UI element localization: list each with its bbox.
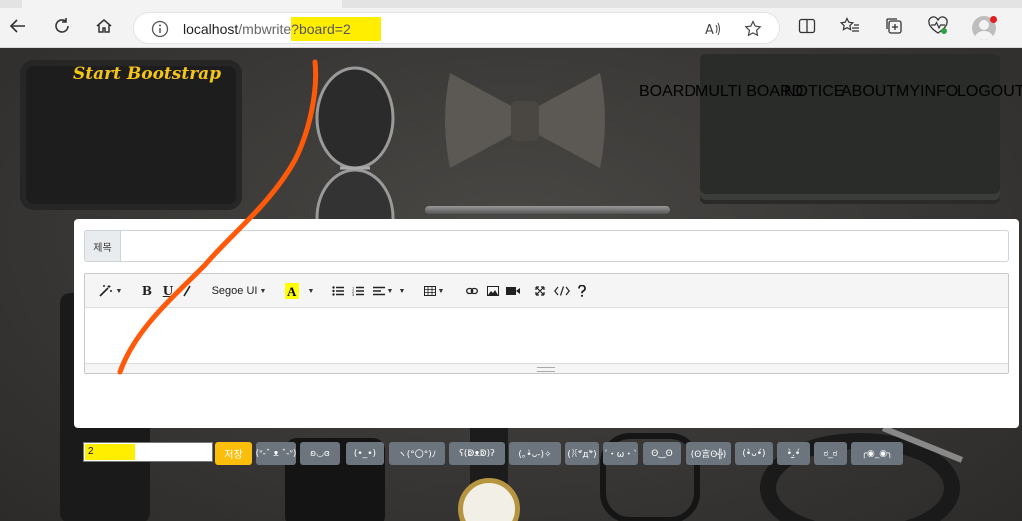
table-icon[interactable]: ▼ [419, 282, 449, 300]
line-height-dropdown-icon[interactable]: ▼ [397, 282, 406, 300]
emoticon-button[interactable]: (ᐡ-ˆ ᴥ ˆ-ᐡ) [256, 442, 296, 465]
url-text[interactable]: localhost/mbwrite?board=2 [183, 17, 381, 41]
magic-style-icon[interactable]: ▼ [93, 282, 127, 300]
browser-toolbar: localhost/mbwrite?board=2 A [0, 0, 1022, 48]
emoticon-button[interactable]: (•_•) [346, 442, 384, 465]
read-aloud-icon[interactable]: A [703, 19, 723, 39]
address-bar[interactable]: localhost/mbwrite?board=2 A [133, 12, 780, 44]
url-host: localhost [183, 21, 239, 37]
emoticon-button[interactable]: (ꐦ°᷄д°᷅) [565, 442, 599, 465]
editor-content-area[interactable] [85, 308, 1008, 363]
emoticon-button[interactable]: (•̀ᴗ•́) [735, 442, 773, 465]
emoticon-button[interactable]: •̀.̫•́ [777, 442, 810, 465]
background-pen-image [425, 206, 670, 214]
home-icon[interactable] [90, 12, 118, 40]
rich-text-editor: ▼ B U Segoe UI ▼ A ▼ 123 ▼ ▼ ▼ [84, 273, 1009, 374]
ordered-list-icon[interactable]: 123 [351, 282, 365, 300]
font-family-dropdown[interactable]: Segoe UI ▼ [210, 282, 268, 300]
emoticon-button[interactable]: ヽ(°〇°)ﾉ [389, 442, 445, 465]
title-label: 제목 [84, 230, 121, 262]
url-query: ?board=2 [291, 17, 381, 41]
save-button[interactable]: 저장 [215, 442, 252, 465]
fullscreen-icon[interactable] [533, 282, 547, 300]
board-number-input[interactable]: 2 [83, 442, 213, 462]
notification-dot [990, 16, 997, 23]
background-bowtie-image [445, 63, 605, 178]
emoticon-button[interactable]: ʕ(ↁᴥↁ)ʔ [449, 442, 505, 465]
nav-about[interactable]: ABOUT [841, 83, 896, 101]
eraser-icon[interactable] [181, 282, 193, 300]
background-notebook-image [700, 54, 1000, 194]
svg-text:A: A [287, 284, 297, 299]
emoticon-button[interactable]: ಠ_ಠ [814, 442, 847, 465]
info-icon[interactable] [150, 19, 170, 39]
text-color-icon[interactable]: A [284, 282, 300, 300]
video-icon[interactable] [506, 282, 520, 300]
color-dropdown-icon[interactable]: ▼ [304, 282, 316, 300]
active-tab[interactable] [22, 0, 342, 8]
collections-icon[interactable] [882, 14, 906, 38]
page-background: Start Bootstrap BOARD MULTI BOARD NOTICE… [0, 48, 1022, 521]
font-family-label: Segoe UI [211, 285, 258, 297]
bold-icon[interactable]: B [140, 282, 154, 300]
editor-resize-handle[interactable] [85, 363, 1008, 373]
emoticon-button[interactable]: ╭◉_◉╮ [851, 442, 903, 465]
write-form-card: 제목 ▼ B U Segoe UI ▼ A ▼ 1 2 3 ▼ ▼ ▼ 2 저장… [74, 219, 1019, 465]
nav-logout[interactable]: LOGOUT [957, 83, 1022, 101]
title-input[interactable] [120, 230, 1009, 262]
link-icon[interactable] [465, 282, 479, 300]
favorites-list-icon[interactable] [838, 14, 862, 38]
emoticon-button[interactable]: (｡•̀ᴗ-)✧ [509, 442, 561, 465]
favorite-star-icon[interactable] [743, 19, 763, 39]
image-icon[interactable] [486, 282, 500, 300]
emoticon-button[interactable]: (´・ω・`) [603, 442, 638, 465]
reload-icon[interactable] [48, 12, 76, 40]
browser-essentials-icon[interactable] [926, 14, 950, 38]
nav-myinfo[interactable]: MYINFO [896, 83, 958, 101]
svg-text:A: A [705, 23, 714, 37]
help-icon[interactable] [577, 282, 587, 300]
unordered-list-icon[interactable] [331, 282, 345, 300]
back-arrow-icon[interactable] [4, 12, 32, 40]
paragraph-align-icon[interactable]: ▼ [372, 282, 394, 300]
emoticon-button[interactable]: ʘ‿ʘ [643, 442, 681, 465]
editor-toolbar: ▼ B U Segoe UI ▼ A ▼ 123 ▼ ▼ ▼ [85, 274, 1008, 308]
background-watch-image [458, 478, 520, 521]
nav-notice[interactable]: NOTICE [784, 83, 844, 101]
board-number-value: 2 [88, 446, 94, 457]
underline-icon[interactable]: U [161, 282, 175, 300]
emoticon-button[interactable]: ʚ◡ɞ [300, 442, 340, 465]
code-view-icon[interactable] [553, 282, 571, 300]
url-path: /mbwrite [238, 21, 292, 37]
svg-text:3: 3 [352, 292, 355, 296]
emoticon-button[interactable]: (ʘ言ʘ╬) [686, 442, 731, 465]
site-brand[interactable]: Start Bootstrap [73, 64, 221, 84]
split-screen-icon[interactable] [795, 14, 819, 38]
nav-board[interactable]: BOARD [639, 83, 696, 101]
